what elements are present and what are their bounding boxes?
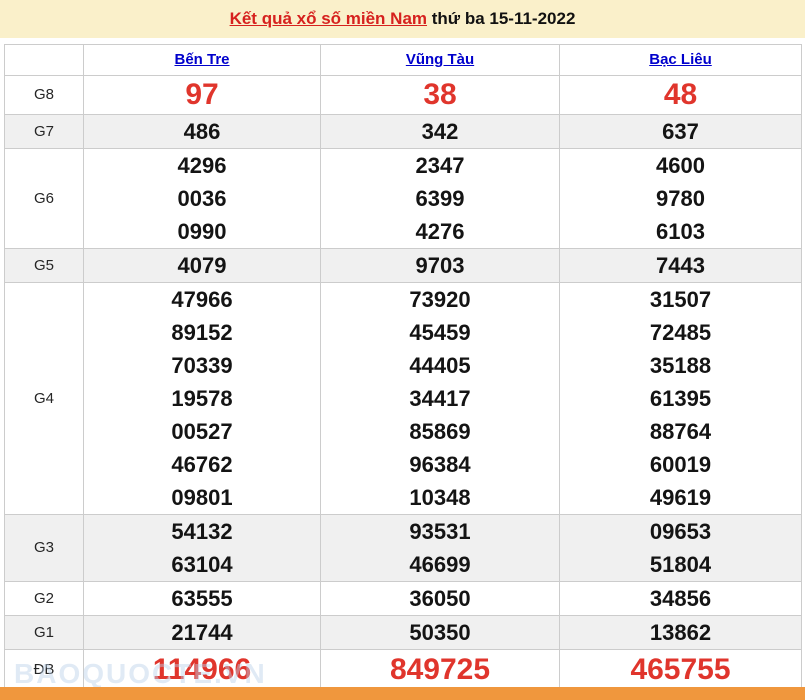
prize-number: 49619 [649, 485, 712, 510]
prize-number: 48 [663, 78, 698, 111]
prize-number: 38 [423, 78, 457, 111]
prize-row-g6: G6 4296 0036 0990 2347 6399 4276 4600 97… [4, 148, 802, 249]
title-date: thứ ba 15-11-2022 [427, 9, 576, 28]
prize-number: 51804 [649, 552, 712, 577]
prize-label: G8 [33, 86, 54, 103]
prize-number: 849725 [389, 652, 491, 686]
prize-number: 10348 [409, 485, 471, 510]
prize-number: 0036 [177, 186, 227, 211]
table-header-row: Bến Tre Vũng Tàu Bạc Liêu [4, 44, 802, 76]
prize-number: 60019 [649, 452, 712, 477]
prize-number: 21744 [171, 620, 233, 645]
prize-number: 61395 [649, 386, 712, 411]
prize-row-g3: G3 54132 63104 93531 46699 09653 51804 [4, 514, 802, 582]
prize-label: ĐB [33, 660, 55, 678]
prize-label: G3 [33, 539, 54, 556]
prize-row-g5: G5 4079 9703 7443 [4, 248, 802, 283]
prize-row-g8: G8 97 38 48 [4, 75, 802, 115]
prize-number: 114966 [152, 652, 252, 686]
prize-number: 9703 [415, 253, 465, 278]
prize-number: 85869 [409, 419, 471, 444]
column-link-vung-tau[interactable]: Vũng Tàu [406, 51, 474, 68]
prize-row-g4: G4 47966 89152 70339 19578 00527 46762 0… [4, 282, 802, 515]
prize-number: 73920 [409, 287, 471, 312]
prize-number: 46699 [409, 552, 471, 577]
prize-number: 6103 [656, 219, 705, 244]
prize-row-db: ĐB 114966 849725 465755 [4, 649, 802, 690]
prize-row-g2: G2 63555 36050 34856 [4, 581, 802, 616]
prize-label: G2 [33, 589, 54, 607]
prize-number: 637 [662, 119, 699, 144]
prize-number: 09801 [171, 485, 233, 510]
prize-number: 13862 [649, 620, 712, 645]
prize-number: 96384 [409, 452, 471, 477]
prize-label: G4 [33, 389, 54, 407]
prize-number: 46762 [171, 452, 233, 477]
prize-number: 4276 [415, 219, 465, 244]
prize-number: 6399 [415, 186, 465, 211]
prize-number: 89152 [171, 320, 233, 345]
prize-number: 09653 [649, 519, 712, 544]
prize-number: 72485 [649, 320, 712, 345]
prize-number: 4079 [177, 253, 227, 278]
bottom-orange-bar [0, 687, 805, 700]
title-link[interactable]: Kết quả xổ số miền Nam [230, 9, 427, 29]
prize-number: 342 [421, 119, 459, 144]
prize-number: 31507 [649, 287, 712, 312]
prize-number: 00527 [171, 419, 233, 444]
prize-number: 35188 [649, 353, 712, 378]
prize-number: 44405 [409, 353, 471, 378]
prize-number: 54132 [171, 519, 233, 544]
prize-number: 63555 [171, 586, 233, 611]
prize-number: 19578 [171, 386, 233, 411]
column-link-bac-lieu[interactable]: Bạc Liêu [649, 51, 712, 68]
prize-number: 465755 [630, 652, 731, 686]
prize-label: G1 [33, 623, 54, 641]
prize-number: 45459 [409, 320, 471, 345]
prize-number: 34856 [649, 586, 712, 611]
prize-number: 9780 [656, 186, 705, 211]
prize-number: 36050 [409, 586, 471, 611]
prize-number: 7443 [656, 253, 705, 278]
prize-row-g7: G7 486 342 637 [4, 114, 802, 149]
prize-number: 0990 [177, 219, 227, 244]
prize-number: 34417 [409, 386, 471, 411]
prize-row-g1: G1 21744 50350 13862 [4, 615, 802, 650]
page-title: Kết quả xổ số miền Nam thứ ba 15-11-2022 [0, 0, 805, 38]
prize-number: 88764 [649, 419, 712, 444]
prize-number: 47966 [171, 287, 233, 312]
prize-number: 50350 [409, 620, 471, 645]
column-link-ben-tre[interactable]: Bến Tre [174, 51, 229, 68]
corner-cell [4, 44, 84, 76]
prize-number: 93531 [409, 519, 471, 544]
prize-label: G6 [33, 189, 54, 207]
prize-number: 4296 [177, 153, 227, 178]
prize-number: 2347 [415, 153, 465, 178]
prize-number: 486 [183, 119, 221, 144]
lottery-results-table: Bến Tre Vũng Tàu Bạc Liêu G8 97 38 48 G7… [4, 44, 802, 690]
prize-number: 4600 [656, 153, 705, 178]
prize-number: 70339 [171, 353, 233, 378]
prize-label: G7 [33, 122, 54, 140]
prize-number: 97 [185, 78, 219, 111]
prize-number: 63104 [171, 552, 233, 577]
prize-label: G5 [33, 256, 54, 274]
